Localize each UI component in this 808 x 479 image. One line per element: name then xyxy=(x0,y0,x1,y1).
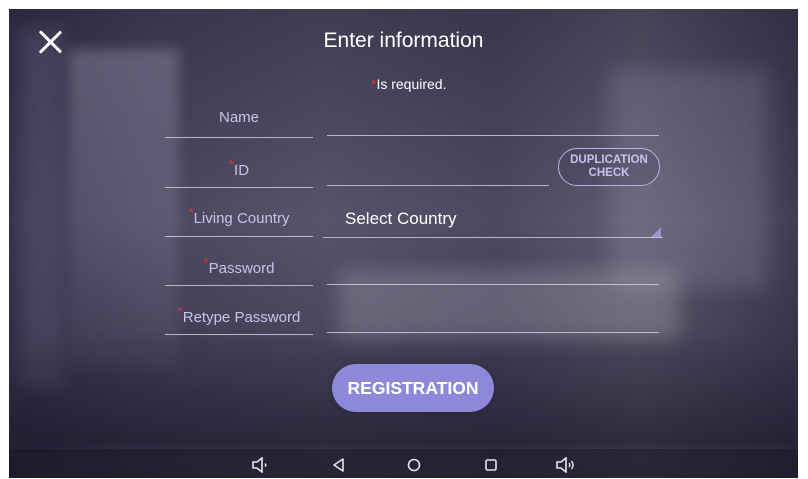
living-country-label: *Living Country xyxy=(188,205,290,227)
background-window xyxy=(19,29,64,389)
required-note: *Is required. xyxy=(371,76,447,92)
back-icon[interactable] xyxy=(331,457,347,477)
password-input[interactable] xyxy=(327,284,659,285)
volume-down-icon[interactable] xyxy=(251,456,271,477)
password-label: *Password xyxy=(203,255,275,277)
required-note-text: Is required. xyxy=(376,76,447,92)
app-screen: Enter information *Is required. Name *ID… xyxy=(9,9,798,478)
name-input[interactable] xyxy=(327,135,659,136)
duplication-check-line1: DUPLICATION xyxy=(570,154,648,166)
duplication-check-line2: CHECK xyxy=(588,167,630,179)
home-icon[interactable] xyxy=(406,457,422,477)
page-title: Enter information xyxy=(323,29,484,52)
volume-up-icon[interactable] xyxy=(555,456,577,477)
password-label-underline xyxy=(165,285,313,286)
registration-button[interactable]: REGISTRATION xyxy=(332,364,494,412)
dropdown-arrow-icon[interactable] xyxy=(651,227,661,237)
name-label-underline xyxy=(165,137,313,138)
name-label: Name xyxy=(218,109,259,126)
id-label: *ID xyxy=(228,157,250,179)
navigation-bar xyxy=(9,449,798,478)
country-select[interactable]: Select Country xyxy=(345,209,457,229)
country-select-underline xyxy=(323,237,663,238)
duplication-check-button[interactable]: DUPLICATION CHECK xyxy=(558,148,660,186)
living-country-label-underline xyxy=(165,236,313,237)
recents-icon[interactable] xyxy=(483,457,499,477)
id-label-underline xyxy=(165,187,313,188)
id-input[interactable] xyxy=(327,185,549,186)
retype-password-label: *Retype Password xyxy=(177,304,301,326)
retype-password-label-underline xyxy=(165,334,313,335)
background-sofa xyxy=(339,269,679,339)
retype-password-input[interactable] xyxy=(327,332,659,333)
